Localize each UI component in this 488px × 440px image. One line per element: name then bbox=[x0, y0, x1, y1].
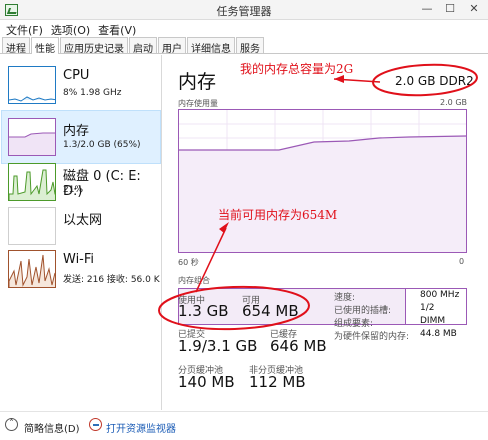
fewer-details-link[interactable]: 简略信息(D) bbox=[24, 420, 80, 435]
hardware-reserved-label: 为硬件保留的内存: bbox=[334, 332, 410, 342]
tab-app-history[interactable]: 应用历史记录 bbox=[60, 37, 128, 55]
disk-thumbnail bbox=[8, 163, 56, 201]
menu-options[interactable]: 选项(O) bbox=[49, 20, 96, 37]
usage-chart-max: 2.0 GB bbox=[440, 98, 467, 107]
wifi-thumbnail bbox=[8, 250, 56, 288]
resource-subtitle: 发送: 216 接收: 56.0 K bbox=[63, 275, 160, 285]
memory-usage-chart bbox=[178, 109, 467, 253]
resource-name: CPU bbox=[63, 68, 90, 83]
slots-value: 1/2 bbox=[420, 303, 435, 313]
axis-right-label: 0 bbox=[459, 257, 465, 266]
panel-title: 内存 bbox=[178, 71, 217, 93]
committed-value: 1.9/3.1 GB bbox=[178, 337, 258, 355]
memory-thumbnail bbox=[8, 118, 56, 156]
resource-monitor-icon bbox=[89, 418, 102, 431]
axis-left-label: 60 秒 bbox=[178, 258, 199, 267]
resource-name: 以太网 bbox=[63, 213, 103, 228]
ethernet-thumbnail bbox=[8, 207, 56, 245]
open-resource-monitor-link[interactable]: 打开资源监视器 bbox=[106, 420, 176, 435]
resource-name: Wi-Fi bbox=[63, 252, 95, 267]
window-title: 任务管理器 bbox=[216, 5, 272, 18]
footer-bar: ˄ 简略信息(D) 打开资源监视器 bbox=[0, 411, 488, 440]
form-factor-label: 组成要素: bbox=[334, 319, 374, 329]
resource-subtitle: 21% bbox=[63, 185, 84, 195]
menu-file[interactable]: 文件(F) bbox=[4, 20, 49, 37]
resource-subtitle: 1.3/2.0 GB (65%) bbox=[63, 140, 141, 150]
tab-services[interactable]: 服务 bbox=[236, 37, 264, 55]
resource-name: 内存 bbox=[63, 124, 90, 139]
title-bar: 任务管理器 — ☐ ✕ bbox=[0, 0, 488, 20]
minimize-button[interactable]: — bbox=[420, 2, 434, 16]
tab-processes[interactable]: 进程 bbox=[2, 37, 30, 55]
available-value: 654 MB bbox=[242, 302, 299, 320]
tab-bar: 进程 性能 应用历史记录 启动 用户 详细信息 服务 bbox=[0, 37, 488, 55]
annotation-available-memory: 当前可用内存为654M bbox=[218, 208, 338, 222]
speed-label: 速度: bbox=[334, 293, 356, 303]
nonpaged-pool-value: 112 MB bbox=[249, 373, 306, 391]
hardware-reserved-value: 44.8 MB bbox=[420, 329, 457, 339]
speed-value: 800 MHz bbox=[420, 290, 460, 300]
tab-users[interactable]: 用户 bbox=[158, 37, 186, 55]
tab-performance[interactable]: 性能 bbox=[31, 37, 59, 55]
composition-label: 内存组合 bbox=[178, 276, 210, 285]
maximize-button[interactable]: ☐ bbox=[443, 2, 457, 16]
resource-subtitle: 8% 1.98 GHz bbox=[63, 88, 122, 98]
menu-view[interactable]: 查看(V) bbox=[96, 20, 142, 37]
form-factor-value: DIMM bbox=[420, 316, 446, 326]
cached-value: 646 MB bbox=[270, 337, 327, 355]
annotation-total-capacity: 我的内存总容量为2G bbox=[240, 62, 354, 76]
in-use-value: 1.3 GB bbox=[178, 302, 229, 320]
memory-panel: 内存 2.0 GB DDR2 内存使用量 2.0 GB 60 秒 0 内存组合 … bbox=[163, 55, 488, 410]
resource-item-wifi[interactable]: Wi-Fi 发送: 216 接收: 56.0 K bbox=[2, 243, 160, 295]
tab-startup[interactable]: 启动 bbox=[129, 37, 157, 55]
resource-item-cpu[interactable]: CPU 8% 1.98 GHz bbox=[2, 59, 160, 111]
resource-list: CPU 8% 1.98 GHz 内存 1.3/2.0 GB (65%) 磁盘 0… bbox=[0, 55, 162, 410]
tab-details[interactable]: 详细信息 bbox=[187, 37, 235, 55]
usage-chart-label: 内存使用量 bbox=[178, 99, 218, 108]
slots-label: 已使用的插槽: bbox=[334, 306, 392, 316]
chevron-up-icon[interactable]: ˄ bbox=[5, 418, 18, 431]
cpu-thumbnail bbox=[8, 66, 56, 104]
paged-pool-value: 140 MB bbox=[178, 373, 235, 391]
memory-spec: 2.0 GB DDR2 bbox=[395, 74, 474, 88]
menu-bar: 文件(F) 选项(O) 查看(V) bbox=[0, 20, 488, 37]
close-button[interactable]: ✕ bbox=[467, 2, 481, 16]
